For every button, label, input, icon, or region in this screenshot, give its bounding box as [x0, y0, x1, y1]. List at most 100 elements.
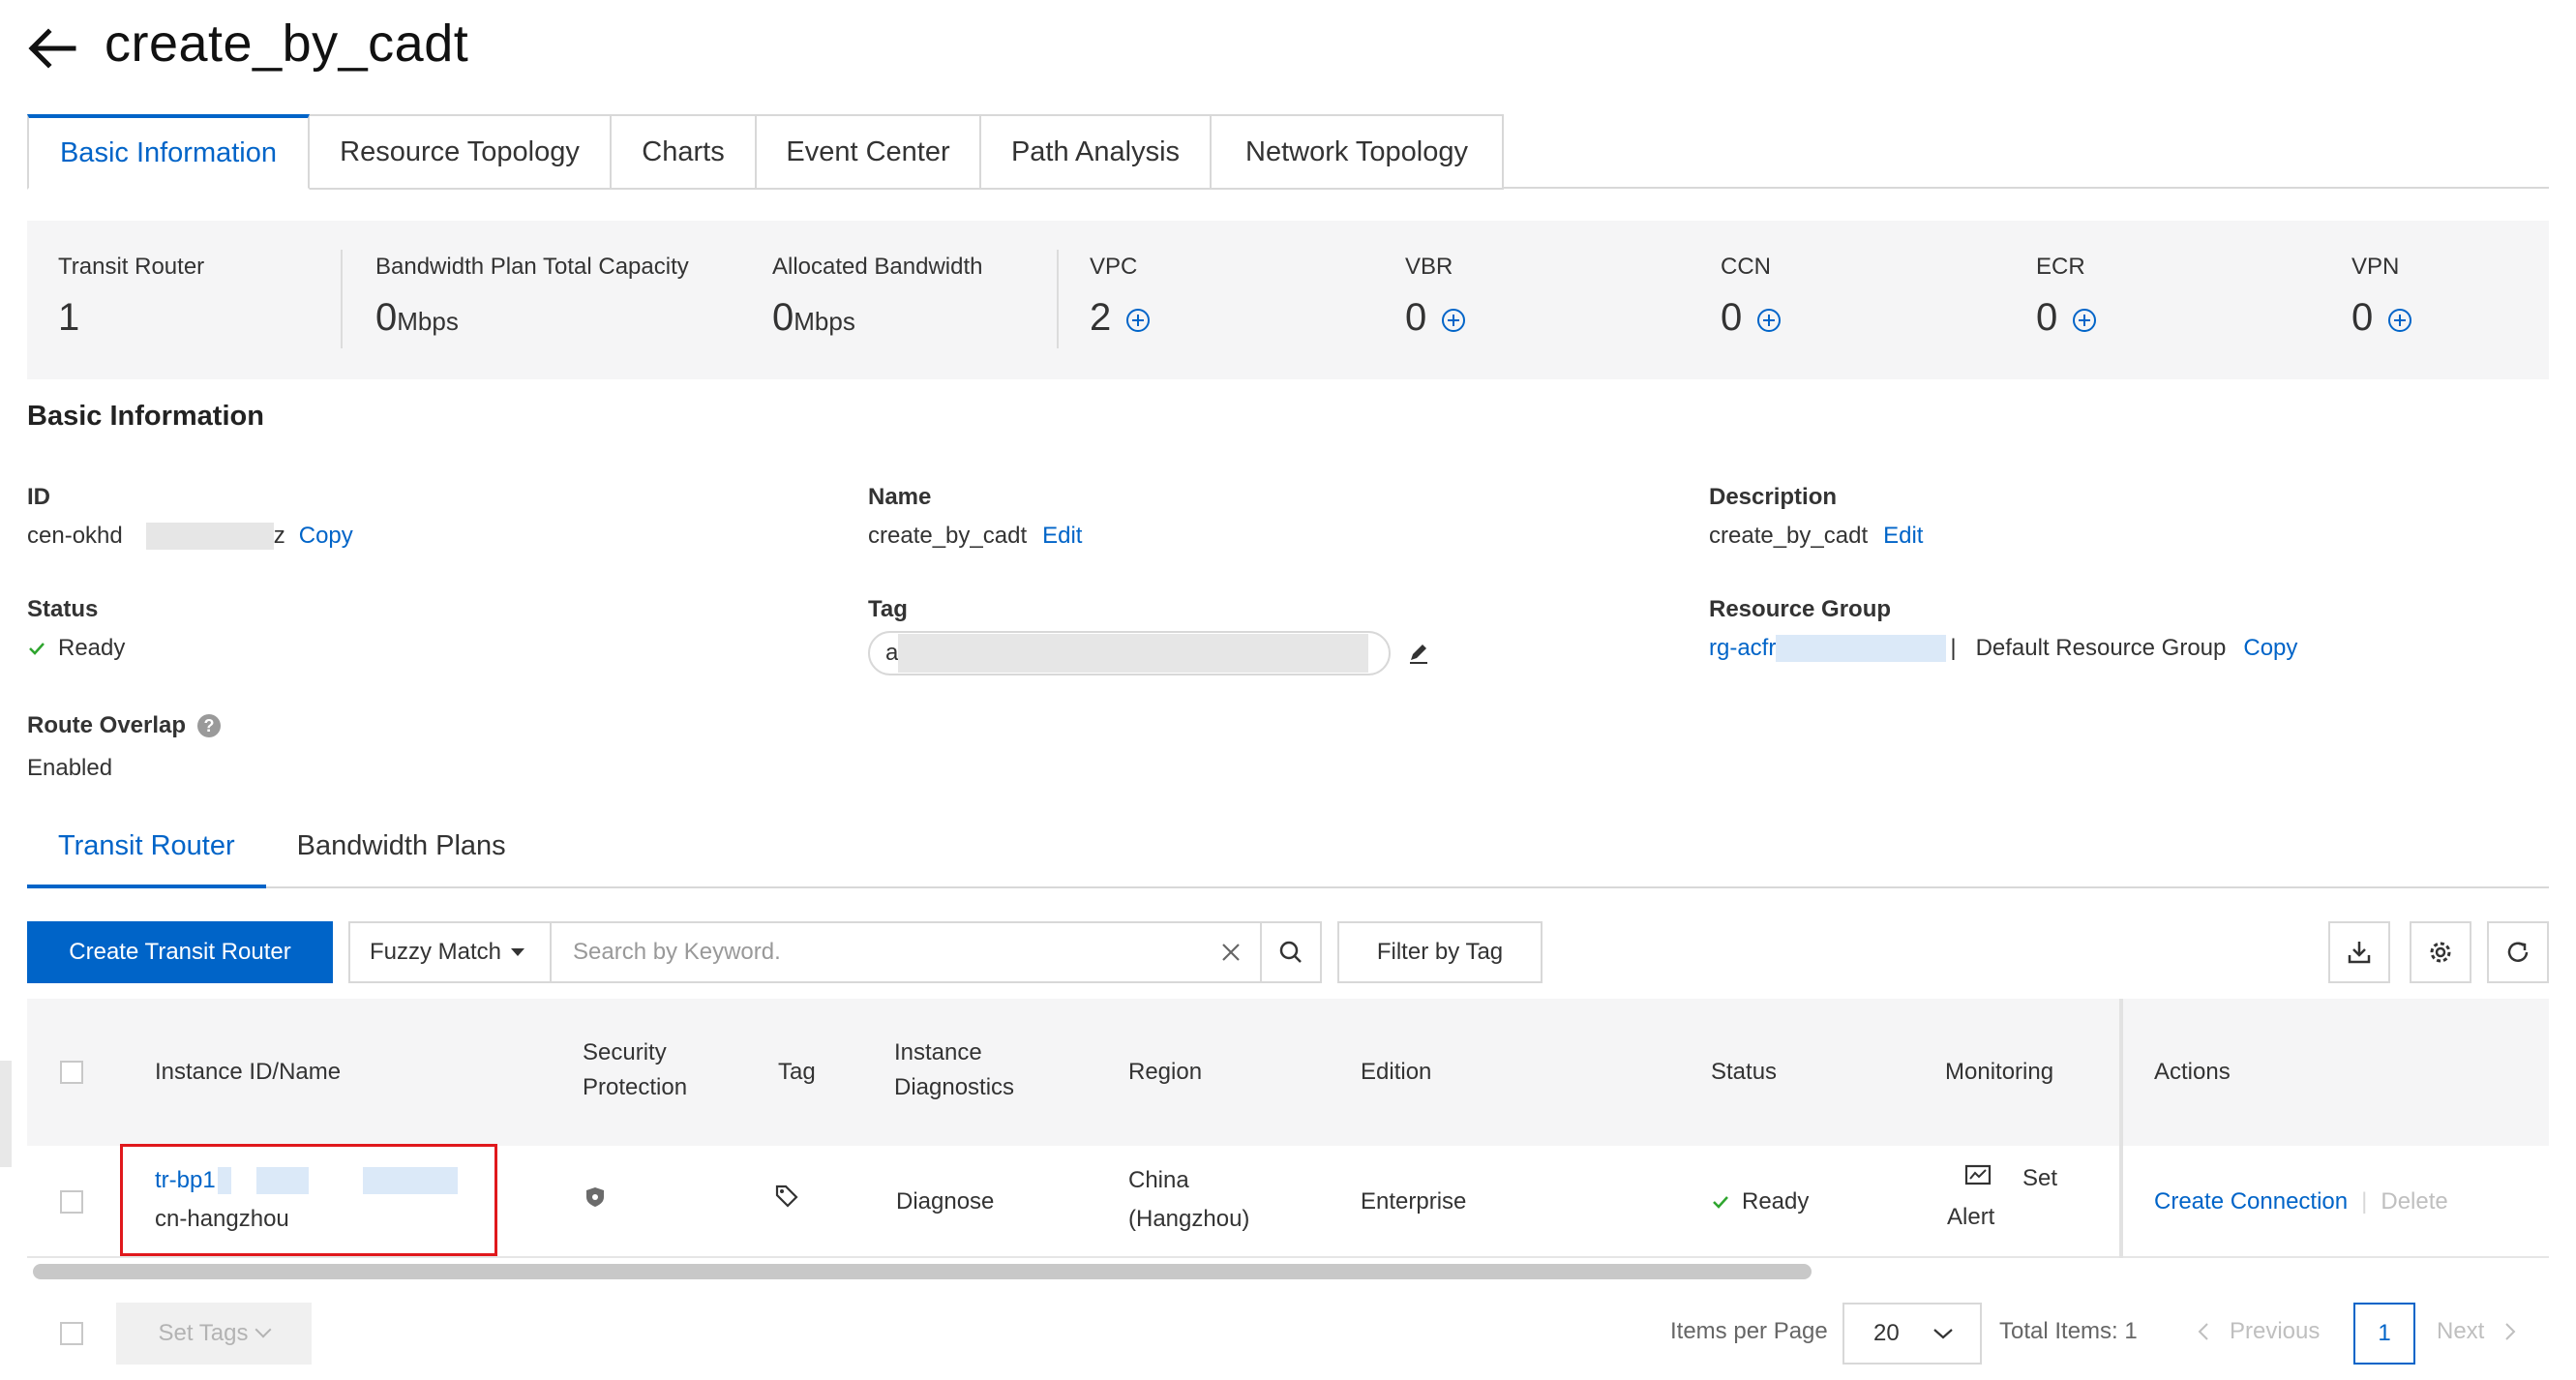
stat-label: Bandwidth Plan Total Capacity	[375, 254, 689, 280]
page-button-current[interactable]: 1	[2353, 1303, 2415, 1365]
copy-resource-group-link[interactable]: Copy	[2243, 635, 2297, 662]
monitoring-chart-icon[interactable]	[1964, 1163, 1992, 1202]
resource-group-link[interactable]: rg-acfr	[1709, 635, 1776, 662]
chevron-left-icon	[2198, 1323, 2208, 1340]
edit-description-link[interactable]: Edit	[1883, 523, 1923, 550]
shield-icon[interactable]	[584, 1183, 606, 1221]
id-label: ID	[27, 484, 50, 510]
resource-group-name: Default Resource Group	[1975, 635, 2227, 661]
help-icon[interactable]: ?	[197, 714, 222, 737]
create-transit-router-button[interactable]: Create Transit Router	[27, 921, 333, 983]
stat-bandwidth-plan: Bandwidth Plan Total Capacity 0 Mbps	[375, 254, 689, 340]
th-security-protection: Security Protection	[583, 1035, 687, 1105]
set-tags-label: Set Tags	[158, 1320, 249, 1346]
match-mode-select[interactable]: Fuzzy Match	[350, 923, 552, 981]
stat-label: ECR	[2036, 254, 2085, 280]
status-cell: Ready	[1711, 1183, 1809, 1221]
set-tags-button[interactable]: Set Tags	[116, 1303, 312, 1365]
side-handle[interactable]	[0, 1061, 12, 1167]
row-checkbox[interactable]	[60, 1190, 83, 1214]
add-vpn-icon[interactable]	[2388, 309, 2412, 332]
footer-select-all-checkbox[interactable]	[60, 1322, 83, 1345]
th-security-line2: Protection	[583, 1074, 688, 1100]
tab-event-center[interactable]: Event Center	[757, 114, 981, 190]
edition-cell: Enterprise	[1361, 1188, 1467, 1215]
tag-icon[interactable]	[774, 1183, 799, 1221]
previous-page-button[interactable]: Previous	[2197, 1318, 2320, 1345]
search-icon[interactable]	[1260, 923, 1320, 981]
chevron-down-icon	[255, 1321, 272, 1338]
add-ecr-icon[interactable]	[2073, 309, 2097, 332]
diagnose-link[interactable]: Diagnose	[896, 1183, 994, 1221]
filter-by-tag-button[interactable]: Filter by Tag	[1337, 921, 1543, 983]
row-status-text: Ready	[1742, 1188, 1810, 1215]
set-alert-link-alert[interactable]: Alert	[1947, 1198, 1994, 1237]
route-overlap-label-row: Route Overlap ?	[27, 712, 222, 739]
chevron-right-icon	[2505, 1323, 2516, 1340]
items-per-page-select[interactable]: 20	[1842, 1303, 1982, 1365]
sub-tabs: Transit Router Bandwidth Plans	[27, 830, 537, 888]
th-diag-line1: Instance	[894, 1039, 982, 1065]
stat-label: Allocated Bandwidth	[772, 254, 983, 280]
settings-gear-icon[interactable]	[2410, 921, 2471, 983]
add-ccn-icon[interactable]	[1757, 309, 1782, 332]
next-page-button[interactable]: Next	[2437, 1318, 2517, 1345]
route-overlap-label: Route Overlap	[27, 712, 187, 738]
chevron-down-icon	[1932, 1329, 1953, 1339]
tab-network-topology[interactable]: Network Topology	[1212, 114, 1504, 190]
th-monitoring: Monitoring	[1945, 1059, 2054, 1085]
region-line2: (Hangzhou)	[1128, 1206, 1250, 1232]
section-title: Basic Information	[27, 401, 264, 432]
add-vpc-icon[interactable]	[1126, 309, 1151, 332]
stat-transit-router: Transit Router 1	[58, 254, 204, 340]
stat-value: 2	[1090, 296, 1112, 339]
items-per-page-value: 20	[1873, 1320, 1900, 1346]
delete-link[interactable]: Delete	[2381, 1183, 2447, 1221]
stat-value: 0	[772, 296, 794, 339]
copy-id-link[interactable]: Copy	[299, 523, 353, 550]
th-region: Region	[1128, 1059, 1203, 1085]
tag-label: Tag	[868, 596, 908, 622]
stat-label: CCN	[1721, 254, 1771, 280]
stat-label: Transit Router	[58, 254, 205, 280]
highlight-box	[120, 1144, 497, 1256]
id-value: cen-okhd z Copy	[27, 523, 353, 550]
tab-transit-router[interactable]: Transit Router	[27, 830, 266, 888]
horizontal-scrollbar[interactable]	[33, 1264, 1812, 1279]
tab-basic-information[interactable]: Basic Information	[27, 114, 310, 190]
tab-bandwidth-plans[interactable]: Bandwidth Plans	[266, 830, 537, 888]
redacted-resource-group	[1776, 635, 1947, 662]
separator: |	[1950, 635, 1957, 661]
create-connection-link[interactable]: Create Connection	[2154, 1183, 2348, 1221]
caret-down-icon	[511, 948, 525, 956]
tab-charts[interactable]: Charts	[612, 114, 757, 190]
status-text: Ready	[58, 635, 126, 661]
stat-vpn: VPN 0	[2351, 254, 2412, 340]
edit-tag-icon[interactable]	[1406, 641, 1431, 666]
add-vbr-icon[interactable]	[1442, 309, 1466, 332]
edit-name-link[interactable]: Edit	[1042, 523, 1082, 550]
name-label: Name	[868, 484, 932, 510]
name-text: create_by_cadt	[868, 523, 1028, 549]
status-value: Ready	[27, 635, 125, 662]
stat-unit: Mbps	[397, 307, 459, 336]
download-icon[interactable]	[2328, 921, 2390, 983]
refresh-icon[interactable]	[2487, 921, 2549, 983]
region-line1: China	[1128, 1167, 1189, 1193]
id-suffix: z	[273, 523, 285, 549]
search-input[interactable]	[552, 924, 1202, 980]
route-overlap-value: Enabled	[27, 755, 113, 781]
select-all-checkbox[interactable]	[60, 1061, 83, 1084]
resource-group-label: Resource Group	[1709, 596, 1892, 622]
status-label: Status	[27, 596, 99, 622]
stat-value: 0	[2036, 296, 2058, 339]
th-instance-diagnostics: Instance Diagnostics	[894, 1035, 1014, 1105]
table-header: Instance ID/Name Security Protection Tag…	[27, 999, 2549, 1146]
redacted-id	[145, 523, 274, 550]
back-arrow-icon[interactable]	[25, 21, 79, 75]
clear-icon[interactable]	[1202, 923, 1260, 981]
actions-cell: Create Connection | Delete	[2154, 1183, 2448, 1221]
tab-resource-topology[interactable]: Resource Topology	[310, 114, 612, 190]
tab-path-analysis[interactable]: Path Analysis	[981, 114, 1212, 190]
set-alert-link-set[interactable]: Set	[2022, 1159, 2057, 1198]
